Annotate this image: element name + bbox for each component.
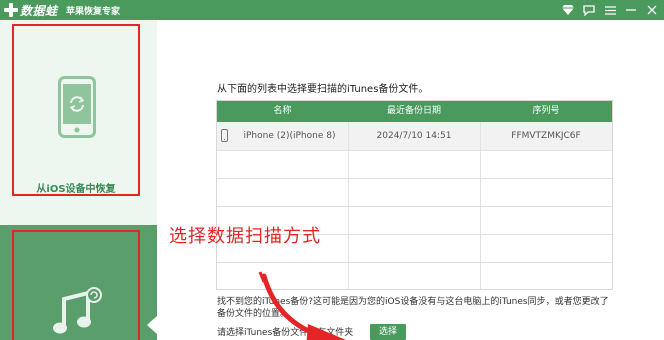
- row-divider: [217, 178, 612, 179]
- row-divider: [217, 150, 612, 151]
- active-pointer: [147, 316, 157, 334]
- column-header-name[interactable]: 名称: [217, 101, 348, 122]
- highlight-box-itunes: [12, 230, 140, 340]
- highlight-box-ios: [12, 24, 140, 196]
- column-header-date[interactable]: 最近备份日期: [348, 101, 480, 122]
- cell-serial: FFMVTZMKJC6F: [511, 131, 581, 141]
- minimize-icon[interactable]: [625, 4, 637, 16]
- app-logo: 数据蛙: [4, 2, 58, 18]
- row-divider: [217, 262, 612, 263]
- close-icon[interactable]: [646, 4, 658, 16]
- plus-logo-icon: [4, 3, 18, 17]
- cell-date: 2024/7/10 14:51: [376, 131, 452, 141]
- chat-icon[interactable]: [583, 4, 595, 16]
- diamond-icon[interactable]: [562, 4, 574, 16]
- column-header-serial[interactable]: 序列号: [480, 101, 612, 122]
- phone-icon: [221, 129, 228, 142]
- instruction-text: 从下面的列表中选择要扫描的iTunes备份文件。: [217, 84, 429, 95]
- app-subtitle: 苹果恢复专家: [66, 7, 121, 17]
- menu-icon[interactable]: [604, 4, 616, 16]
- backup-table: 名称 最近备份日期 序列号 iPhone (2)(iPhone 8) 2024/…: [216, 100, 613, 290]
- table-header: 名称 最近备份日期 序列号: [217, 101, 612, 122]
- select-folder-button[interactable]: 选择: [370, 324, 406, 340]
- table-row[interactable]: iPhone (2)(iPhone 8) 2024/7/10 14:51 FFM…: [217, 122, 612, 150]
- title-bar: 数据蛙 苹果恢复专家: [0, 0, 664, 20]
- annotation-caption: 选择数据扫描方式: [169, 226, 321, 247]
- row-divider: [217, 206, 612, 207]
- annotation-arrow: [258, 271, 346, 340]
- cell-name: iPhone (2)(iPhone 8): [243, 131, 336, 141]
- logo-text: 数据蛙: [20, 3, 58, 18]
- window-controls: [562, 2, 658, 18]
